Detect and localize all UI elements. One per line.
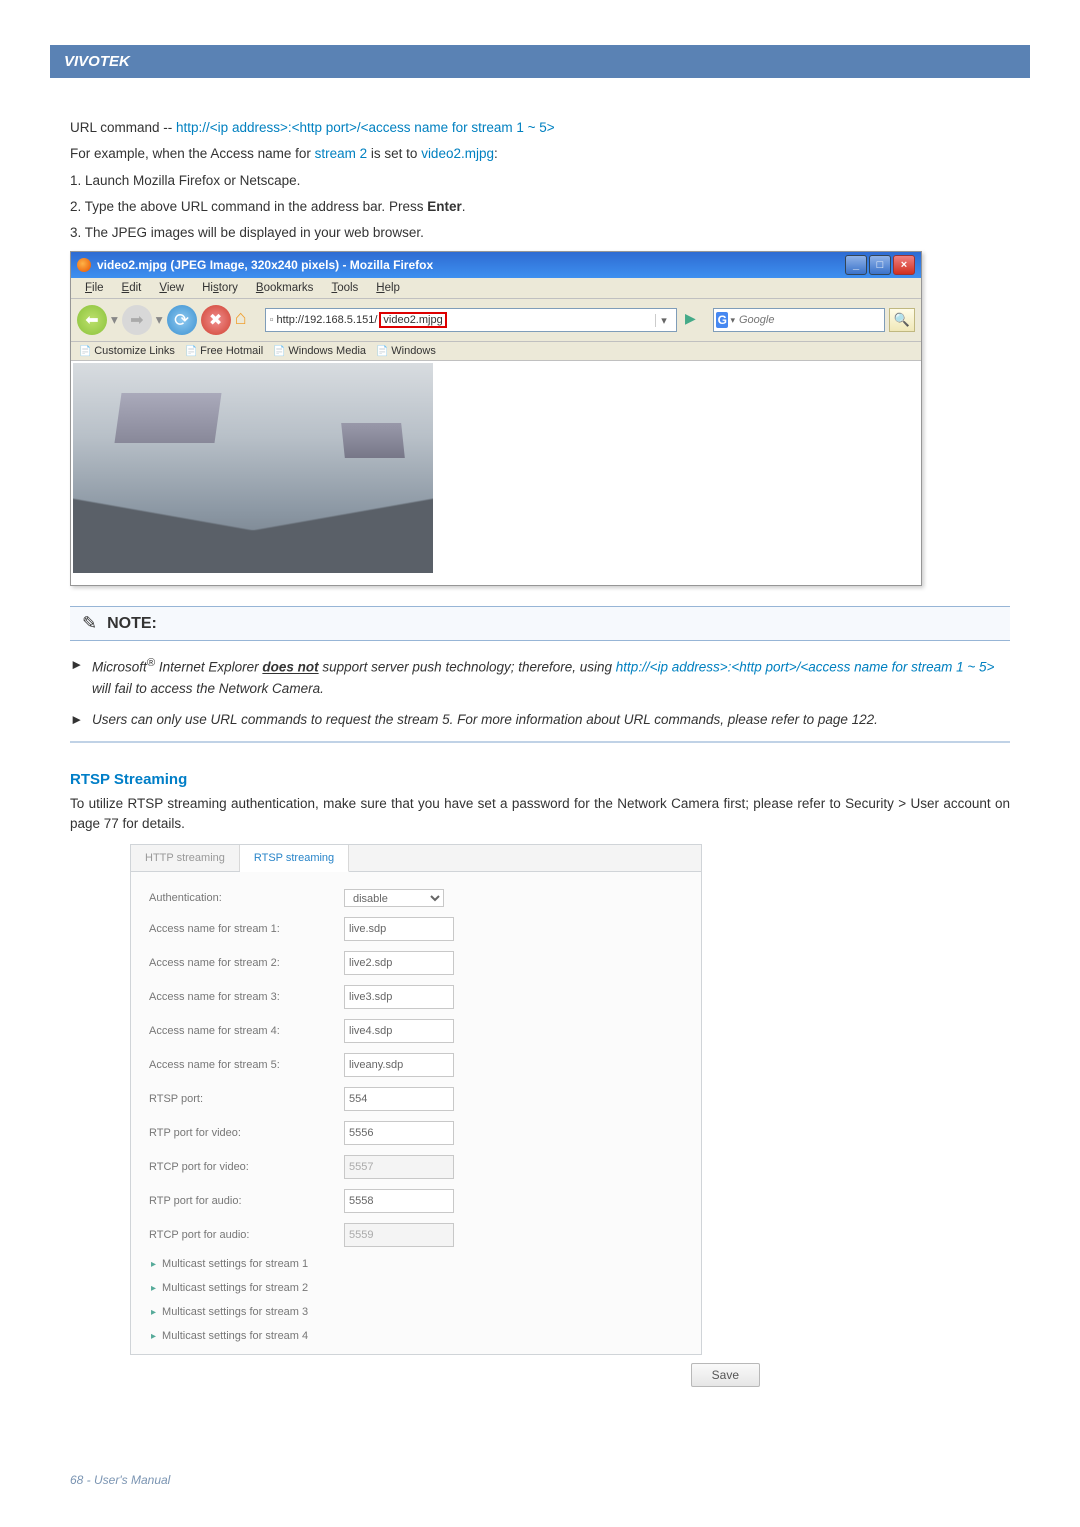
search-button[interactable]: 🔍 bbox=[889, 308, 915, 332]
back-button[interactable]: ⬅ bbox=[77, 305, 107, 335]
access5-input[interactable] bbox=[344, 1053, 454, 1077]
firefox-titlebar: video2.mjpg (JPEG Image, 320x240 pixels)… bbox=[71, 252, 921, 278]
forward-button[interactable]: ➡ bbox=[122, 305, 152, 335]
cmd-label: URL command -- bbox=[70, 120, 176, 135]
menu-history[interactable]: History bbox=[194, 280, 246, 296]
address-text: http://192.168.5.151/ bbox=[276, 314, 377, 326]
rtsp-port-label: RTSP port: bbox=[149, 1093, 344, 1105]
multicast-2[interactable]: ▸Multicast settings for stream 2 bbox=[149, 1276, 683, 1300]
auth-label: Authentication: bbox=[149, 892, 344, 904]
reload-button[interactable]: ⟳ bbox=[167, 305, 197, 335]
toolbar: ⬅ ▾ ➡ ▾ ⟳ ✖ ⌂ ▫ http://192.168.5.151/vid… bbox=[71, 299, 921, 342]
chevron-right-icon: ▸ bbox=[151, 1283, 156, 1294]
rtsp-port-input[interactable] bbox=[344, 1087, 454, 1111]
access3-input[interactable] bbox=[344, 985, 454, 1009]
maximize-button[interactable]: □ bbox=[869, 255, 891, 275]
multicast-4[interactable]: ▸Multicast settings for stream 4 bbox=[149, 1324, 683, 1348]
minimize-button[interactable]: _ bbox=[845, 255, 867, 275]
settings-tabs: HTTP streaming RTSP streaming bbox=[131, 845, 701, 872]
tab-http[interactable]: HTTP streaming bbox=[131, 845, 240, 871]
menu-file[interactable]: File bbox=[77, 280, 112, 296]
back-dropdown-icon[interactable]: ▾ bbox=[111, 312, 118, 328]
rtsp-desc: To utilize RTSP streaming authentication… bbox=[70, 794, 1010, 835]
rtp-audio-label: RTP port for audio: bbox=[149, 1195, 344, 1207]
note-label: NOTE: bbox=[107, 615, 157, 633]
close-button[interactable]: × bbox=[893, 255, 915, 275]
firefox-window: video2.mjpg (JPEG Image, 320x240 pixels)… bbox=[70, 251, 922, 586]
bookmark-link[interactable]: Free Hotmail bbox=[185, 345, 263, 357]
access4-input[interactable] bbox=[344, 1019, 454, 1043]
firefox-icon bbox=[77, 258, 91, 272]
address-highlight: video2.mjpg bbox=[379, 312, 446, 328]
save-button[interactable]: Save bbox=[691, 1363, 760, 1387]
multicast-3[interactable]: ▸Multicast settings for stream 3 bbox=[149, 1300, 683, 1324]
access4-label: Access name for stream 4: bbox=[149, 1025, 344, 1037]
menu-view[interactable]: View bbox=[151, 280, 192, 296]
menu-bookmarks[interactable]: Bookmarks bbox=[248, 280, 322, 296]
go-button[interactable]: ▶ bbox=[685, 310, 705, 330]
tab-rtsp[interactable]: RTSP streaming bbox=[240, 845, 349, 872]
pencil-icon: ✎ bbox=[82, 613, 97, 634]
note-item-2: Users can only use URL commands to reque… bbox=[70, 710, 1010, 731]
cmd-value: http://<ip address>:<http port>/<access … bbox=[176, 120, 555, 135]
jpeg-image bbox=[73, 363, 433, 573]
url-example: For example, when the Access name for st… bbox=[70, 144, 1010, 164]
rtp-video-input[interactable] bbox=[344, 1121, 454, 1145]
note-item-1: Microsoft® Internet Explorer does not su… bbox=[70, 655, 1010, 699]
fwd-dropdown-icon[interactable]: ▾ bbox=[156, 312, 163, 328]
step-3: 3. The JPEG images will be displayed in … bbox=[70, 223, 1010, 243]
rtsp-title: RTSP Streaming bbox=[70, 771, 1010, 788]
access3-label: Access name for stream 3: bbox=[149, 991, 344, 1003]
browser-content bbox=[71, 361, 921, 585]
address-dropdown-icon[interactable]: ▾ bbox=[655, 314, 672, 327]
access5-label: Access name for stream 5: bbox=[149, 1059, 344, 1071]
rtcp-audio-label: RTCP port for audio: bbox=[149, 1229, 344, 1241]
address-bar[interactable]: ▫ http://192.168.5.151/video2.mjpg ▾ bbox=[265, 308, 677, 332]
divider bbox=[70, 741, 1010, 743]
rtcp-video-input bbox=[344, 1155, 454, 1179]
note-header: ✎ NOTE: bbox=[70, 606, 1010, 641]
home-button[interactable]: ⌂ bbox=[235, 307, 261, 333]
menu-bar: File Edit View History Bookmarks Tools H… bbox=[71, 278, 921, 299]
rtp-video-label: RTP port for video: bbox=[149, 1127, 344, 1139]
bookmark-link[interactable]: Windows bbox=[376, 345, 436, 357]
menu-help[interactable]: Help bbox=[368, 280, 408, 296]
chevron-right-icon: ▸ bbox=[151, 1307, 156, 1318]
chevron-right-icon: ▸ bbox=[151, 1259, 156, 1270]
bookmark-link[interactable]: Customize Links bbox=[79, 345, 175, 357]
rtp-audio-input[interactable] bbox=[344, 1189, 454, 1213]
step-2: 2. Type the above URL command in the add… bbox=[70, 197, 1010, 217]
multicast-1[interactable]: ▸Multicast settings for stream 1 bbox=[149, 1252, 683, 1276]
page-icon: ▫ bbox=[270, 314, 274, 326]
url-command: URL command -- http://<ip address>:<http… bbox=[70, 118, 1010, 138]
access2-input[interactable] bbox=[344, 951, 454, 975]
menu-edit[interactable]: Edit bbox=[114, 280, 150, 296]
rtcp-audio-input bbox=[344, 1223, 454, 1247]
window-title: video2.mjpg (JPEG Image, 320x240 pixels)… bbox=[97, 258, 839, 272]
access1-input[interactable] bbox=[344, 917, 454, 941]
access2-label: Access name for stream 2: bbox=[149, 957, 344, 969]
google-icon: G bbox=[716, 312, 728, 328]
step-1: 1. Launch Mozilla Firefox or Netscape. bbox=[70, 171, 1010, 191]
page-footer: 68 - User's Manual bbox=[70, 1473, 170, 1487]
search-engine-dropdown-icon[interactable]: ▾ bbox=[730, 315, 735, 326]
access1-label: Access name for stream 1: bbox=[149, 923, 344, 935]
rtsp-settings-panel: HTTP streaming RTSP streaming Authentica… bbox=[130, 844, 702, 1355]
search-input[interactable] bbox=[737, 313, 884, 327]
bookmark-link[interactable]: Windows Media bbox=[273, 345, 366, 357]
rtcp-video-label: RTCP port for video: bbox=[149, 1161, 344, 1173]
auth-select[interactable]: disable bbox=[344, 889, 444, 907]
page-header: VIVOTEK bbox=[50, 45, 1030, 78]
bookmarks-toolbar: Customize Links Free Hotmail Windows Med… bbox=[71, 342, 921, 361]
stop-button[interactable]: ✖ bbox=[201, 305, 231, 335]
menu-tools[interactable]: Tools bbox=[323, 280, 366, 296]
chevron-right-icon: ▸ bbox=[151, 1331, 156, 1342]
search-box[interactable]: G ▾ bbox=[713, 308, 885, 332]
